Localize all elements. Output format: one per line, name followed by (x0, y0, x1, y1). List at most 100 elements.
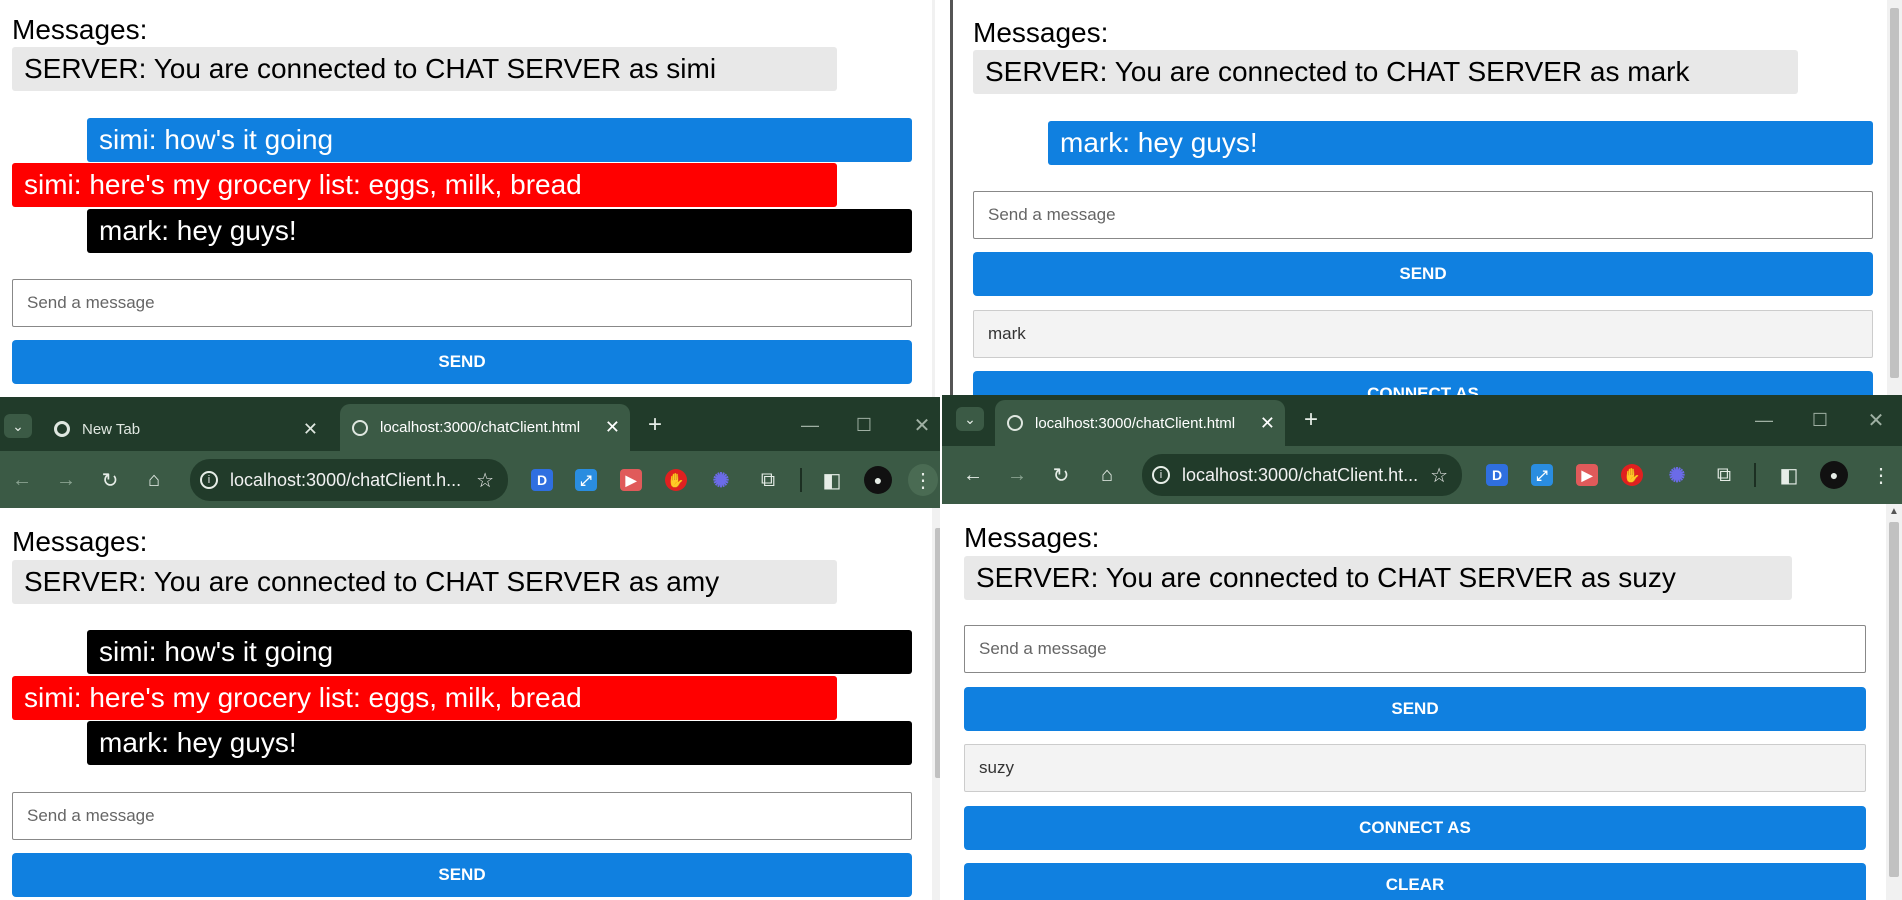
tab-new-tab[interactable]: New Tab ✕ (46, 410, 326, 448)
tab-title: New Tab (82, 420, 141, 438)
connect-button[interactable]: CONNECT AS (973, 371, 1873, 397)
extension-video-icon[interactable]: ▶ (1576, 464, 1598, 486)
avatar[interactable]: ● (864, 466, 892, 494)
message-input[interactable]: Send a message (964, 625, 1866, 673)
reload-icon[interactable]: ↻ (96, 466, 124, 494)
send-button[interactable]: SEND (973, 252, 1873, 296)
arrow-right-icon[interactable]: → (52, 466, 80, 494)
home-icon[interactable]: ⌂ (140, 466, 168, 494)
tab-title: localhost:3000/chatClient.html (380, 419, 581, 436)
extension-stop-icon[interactable]: ✋ (1621, 464, 1643, 486)
close-icon[interactable]: ✕ (1260, 413, 1275, 434)
reload-icon[interactable]: ↻ (1047, 461, 1075, 489)
panel-top-right: Messages: SERVER: You are connected to C… (953, 0, 1902, 397)
panel-top-left: Messages: SERVER: You are connected to C… (0, 0, 935, 397)
chevron-down-icon[interactable]: ⌄ (956, 407, 984, 431)
scroll-thumb[interactable] (1889, 522, 1899, 877)
close-window-icon[interactable]: ✕ (1864, 407, 1888, 433)
message-input[interactable]: Send a message (12, 279, 912, 327)
plus-icon[interactable]: + (1298, 406, 1324, 433)
clear-button[interactable]: CLEAR (964, 863, 1866, 900)
address-bar[interactable]: i localhost:3000/chatClient.h... ☆ (190, 459, 508, 501)
message-input[interactable]: Send a message (973, 191, 1873, 239)
globe-icon (1007, 415, 1023, 431)
message-input[interactable]: Send a message (12, 792, 912, 840)
scrollbar[interactable] (932, 508, 940, 900)
extension-sparkle-icon[interactable]: ✺ (1666, 464, 1688, 487)
send-button[interactable]: SEND (12, 853, 912, 897)
plus-icon[interactable]: + (642, 411, 668, 438)
toolbar-separator (1754, 463, 1756, 487)
messages-label: Messages: (964, 522, 1100, 553)
chat-message: mark: hey guys! (87, 721, 912, 765)
messages-label: Messages: (12, 14, 148, 45)
puzzle-icon[interactable]: ⧉ (754, 466, 782, 494)
star-icon[interactable]: ☆ (1430, 463, 1448, 488)
home-icon[interactable]: ⌂ (1093, 461, 1121, 489)
url-text: localhost:3000/chatClient.h... (230, 469, 462, 490)
arrow-right-icon[interactable]: → (1003, 461, 1031, 489)
maximize-icon[interactable]: ☐ (1808, 407, 1832, 433)
server-message: SERVER: You are connected to CHAT SERVER… (973, 50, 1798, 94)
arrow-left-icon[interactable]: ← (8, 466, 36, 494)
info-icon[interactable]: i (1152, 466, 1170, 484)
username-input[interactable]: mark (973, 310, 1873, 358)
chat-message-whisper: simi: here's my grocery list: eggs, milk… (12, 676, 837, 720)
username-input[interactable]: suzy (964, 744, 1866, 792)
globe-icon (352, 419, 368, 436)
minimize-icon[interactable]: — (1752, 407, 1776, 433)
address-bar[interactable]: i localhost:3000/chatClient.ht... ☆ (1142, 454, 1462, 496)
tab-chat-client[interactable]: localhost:3000/chatClient.html ✕ (340, 404, 630, 451)
scrollbar[interactable] (1887, 0, 1902, 397)
chevron-down-icon[interactable]: ⌄ (4, 414, 32, 438)
scroll-up-icon[interactable]: ▲ (1888, 506, 1900, 518)
extension-video-icon[interactable]: ▶ (620, 469, 642, 491)
chat-message-own: simi: how's it going (87, 118, 912, 162)
star-icon[interactable]: ☆ (476, 468, 494, 493)
extension-expand-icon[interactable]: ⤢ (1531, 464, 1553, 486)
toolbar-separator (800, 468, 802, 492)
close-window-icon[interactable]: ✕ (910, 412, 934, 438)
close-icon[interactable]: ✕ (303, 419, 318, 440)
panel-bottom-right: Messages: SERVER: You are connected to C… (942, 504, 1902, 900)
send-button[interactable]: SEND (12, 340, 912, 384)
arrow-left-icon[interactable]: ← (959, 461, 987, 489)
kebab-menu-icon[interactable]: ⋮ (908, 464, 938, 496)
scroll-up-icon[interactable]: ▲ (934, 2, 935, 14)
close-icon[interactable]: ✕ (605, 417, 620, 438)
extension-expand-icon[interactable]: ⤢ (575, 469, 597, 491)
extension-d-icon[interactable]: D (1486, 464, 1508, 486)
tab-title: localhost:3000/chatClient.html (1035, 414, 1236, 432)
connect-button[interactable]: CONNECT AS (964, 806, 1866, 850)
chrome-icon (54, 421, 70, 437)
chat-message-own: mark: hey guys! (1048, 121, 1873, 165)
server-message: SERVER: You are connected to CHAT SERVER… (12, 560, 837, 604)
side-panel-icon[interactable]: ◧ (1775, 461, 1803, 489)
extension-stop-icon[interactable]: ✋ (665, 469, 687, 491)
puzzle-icon[interactable]: ⧉ (1710, 461, 1738, 489)
extension-d-icon[interactable]: D (531, 469, 553, 491)
messages-label: Messages: (12, 526, 148, 557)
scroll-down-icon[interactable]: ▼ (934, 382, 935, 394)
maximize-icon[interactable]: ☐ (852, 412, 876, 438)
info-icon[interactable]: i (200, 471, 218, 489)
scroll-thumb[interactable] (1890, 8, 1899, 378)
tab-chat-client[interactable]: localhost:3000/chatClient.html ✕ (995, 400, 1285, 446)
side-panel-icon[interactable]: ◧ (818, 466, 846, 494)
scrollbar[interactable]: ▲ ▼ (932, 0, 935, 397)
chat-message-whisper: simi: here's my grocery list: eggs, milk… (12, 163, 837, 207)
scrollbar[interactable]: ▲ (1886, 504, 1902, 900)
scroll-thumb[interactable] (935, 528, 940, 778)
url-text: localhost:3000/chatClient.ht... (1182, 464, 1419, 485)
server-message: SERVER: You are connected to CHAT SERVER… (964, 556, 1792, 600)
server-message: SERVER: You are connected to CHAT SERVER… (12, 47, 837, 91)
avatar[interactable]: ● (1820, 461, 1848, 489)
kebab-menu-icon[interactable]: ⋮ (1866, 459, 1896, 491)
chat-message: mark: hey guys! (87, 209, 912, 253)
panel-bottom-left: Messages: SERVER: You are connected to C… (0, 508, 940, 900)
minimize-icon[interactable]: — (798, 412, 822, 438)
send-button[interactable]: SEND (964, 687, 1866, 731)
extension-sparkle-icon[interactable]: ✺ (710, 469, 732, 492)
messages-label: Messages: (973, 17, 1109, 48)
chat-message: simi: how's it going (87, 630, 912, 674)
